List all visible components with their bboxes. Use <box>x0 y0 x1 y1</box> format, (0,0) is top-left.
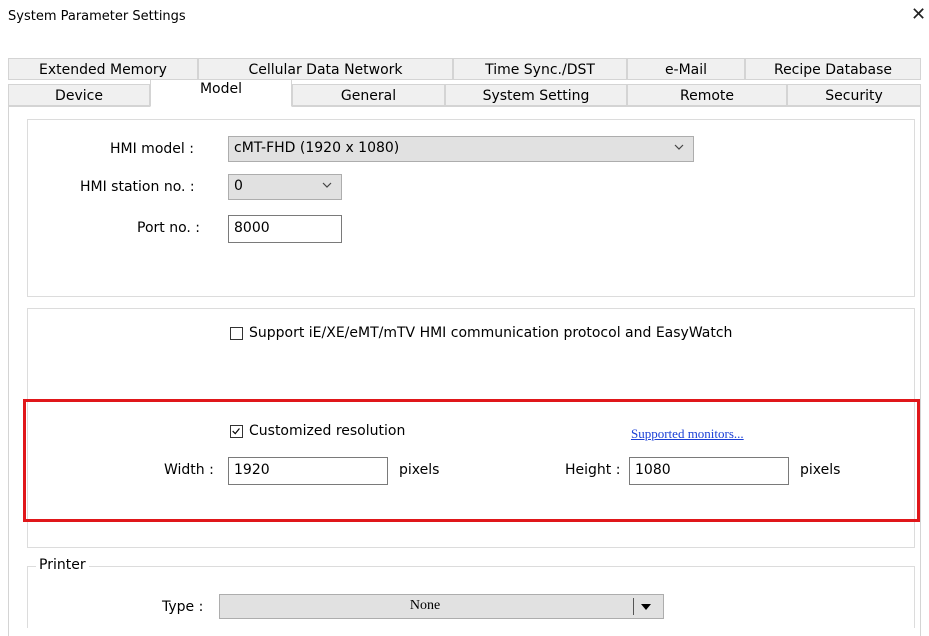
tab-model[interactable]: Model <box>150 79 292 107</box>
height-label: Height : <box>565 462 621 478</box>
window-title: System Parameter Settings <box>8 9 186 24</box>
customized-resolution-label: Customized resolution <box>249 423 406 439</box>
width-unit: pixels <box>399 462 440 478</box>
hmi-model-select[interactable]: cMT-FHD (1920 x 1080) <box>228 136 694 162</box>
chevron-down-icon <box>322 182 332 188</box>
tab-device[interactable]: Device <box>8 84 150 106</box>
supported-monitors-link[interactable]: Supported monitors... <box>631 426 744 442</box>
tab-cellular-data-network[interactable]: Cellular Data Network <box>198 58 453 80</box>
dropdown-divider <box>633 598 634 615</box>
hmi-station-label: HMI station no. : <box>80 179 195 195</box>
protocol-checkbox[interactable] <box>230 327 243 340</box>
tab-recipe-database[interactable]: Recipe Database <box>745 58 921 80</box>
checkmark-icon <box>232 428 240 435</box>
tab-remote[interactable]: Remote <box>627 84 787 106</box>
close-icon[interactable]: ✕ <box>911 6 926 24</box>
tab-time-sync-dst[interactable]: Time Sync./DST <box>453 58 627 80</box>
printer-group-label: Printer <box>36 557 89 573</box>
hmi-model-value: cMT-FHD (1920 x 1080) <box>234 140 400 156</box>
printer-type-label: Type : <box>162 599 204 615</box>
chevron-down-icon <box>674 144 684 150</box>
printer-type-value: None <box>409 598 441 613</box>
port-input[interactable]: 8000 <box>228 215 342 243</box>
tab-general[interactable]: General <box>292 84 445 106</box>
height-input[interactable]: 1080 <box>629 457 789 485</box>
hmi-station-select[interactable]: 0 <box>228 174 342 200</box>
hmi-station-value: 0 <box>234 178 243 194</box>
height-unit: pixels <box>800 462 841 478</box>
width-label: Width : <box>164 462 214 478</box>
tab-extended-memory[interactable]: Extended Memory <box>8 58 198 80</box>
tab-email[interactable]: e-Mail <box>627 58 745 80</box>
port-label: Port no. : <box>137 220 201 236</box>
tab-security[interactable]: Security <box>787 84 921 106</box>
customized-resolution-checkbox[interactable] <box>230 425 243 438</box>
width-input[interactable]: 1920 <box>228 457 388 485</box>
hmi-model-label: HMI model : <box>110 141 194 157</box>
tab-system-setting[interactable]: System Setting <box>445 84 627 106</box>
printer-type-select[interactable]: None <box>219 594 664 619</box>
dropdown-arrow-icon <box>641 604 651 610</box>
protocol-label: Support iE/XE/eMT/mTV HMI communication … <box>249 325 733 341</box>
